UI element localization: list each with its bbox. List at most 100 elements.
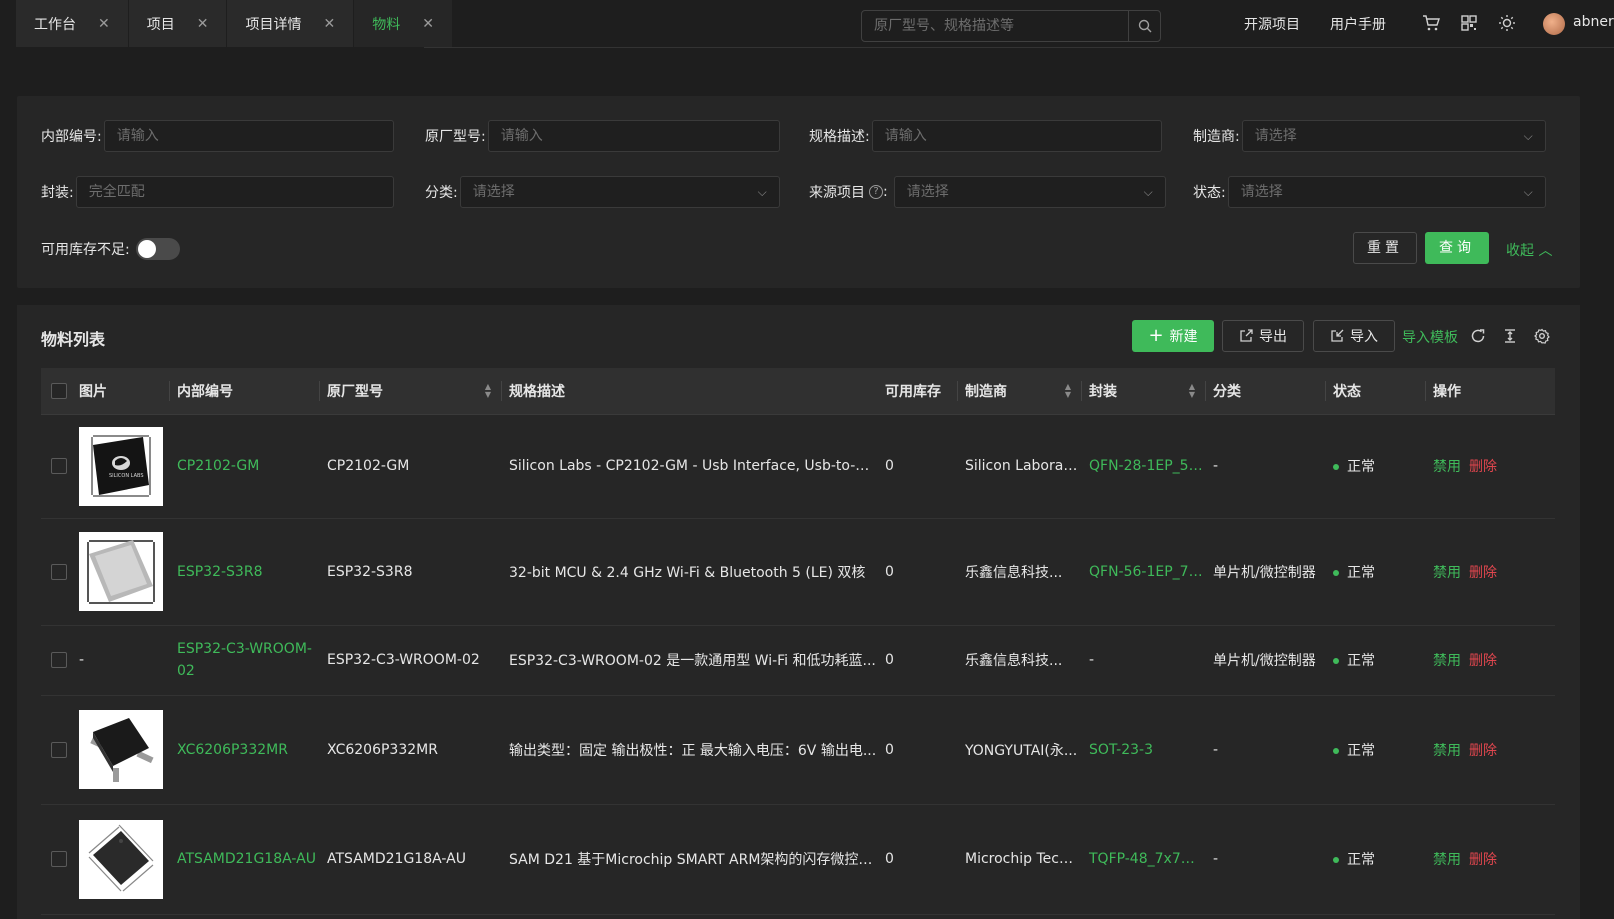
mpn-input[interactable]: 请输入 — [487, 120, 780, 152]
internal-no-link[interactable]: CP2102-GM — [169, 414, 319, 519]
internal-no-link[interactable]: ESP32-S3R8 — [169, 518, 319, 626]
package-input[interactable]: 完全匹配 — [75, 176, 394, 208]
table-row[interactable]: XC6206P332MR XC6206P332MR 输出类型：固定 输出极性：正… — [41, 695, 1555, 805]
package-cell: - — [1081, 625, 1205, 696]
spec-input[interactable]: 请输入 — [871, 120, 1162, 152]
filter-status: 状态: 请选择 ⌵ — [1193, 176, 1546, 208]
internal-no-link[interactable]: ESP32-C3-WROOM-02 — [169, 625, 319, 696]
sort-icon[interactable]: ▲ ▼ — [1189, 383, 1195, 399]
close-icon[interactable]: ✕ — [98, 16, 110, 32]
tab-material[interactable]: 物料 ✕ — [354, 0, 453, 47]
tab-project[interactable]: 项目 ✕ — [128, 0, 228, 47]
select-all-checkbox[interactable] — [51, 382, 67, 399]
maker-cell: YONGYUTAI(永... — [957, 695, 1081, 805]
avatar[interactable] — [1543, 13, 1565, 35]
delete-button[interactable]: 删除 — [1469, 653, 1497, 669]
package-link[interactable]: TQFP-48_7x7m... — [1081, 804, 1205, 915]
disable-button[interactable]: 禁用 — [1433, 852, 1461, 868]
col-maker[interactable]: 制造商 ▲ ▼ — [957, 368, 1081, 415]
maker-cell: 乐鑫信息科技... — [957, 625, 1081, 696]
help-icon[interactable]: ? — [869, 185, 883, 199]
package-link[interactable]: QFN-56-1EP_7x... — [1081, 518, 1205, 626]
part-image[interactable] — [79, 819, 163, 899]
search-button[interactable] — [1128, 11, 1160, 41]
disable-button[interactable]: 禁用 — [1433, 653, 1461, 669]
table-row[interactable]: ESP32-S3R8 ESP32-S3R8 32-bit MCU & 2.4 G… — [41, 518, 1555, 626]
sun-icon[interactable] — [1496, 12, 1518, 34]
import-button[interactable]: 导入 — [1313, 320, 1395, 352]
row-select-cell — [41, 414, 71, 519]
sort-icon[interactable]: ▲ ▼ — [1065, 383, 1071, 399]
part-image[interactable] — [79, 532, 163, 611]
new-button[interactable]: + 新建 — [1132, 320, 1214, 352]
mpn-cell: ESP32-C3-WROOM-02 — [319, 625, 501, 696]
row-checkbox[interactable] — [51, 851, 67, 867]
ops-cell: 禁用 删除 — [1425, 414, 1555, 519]
query-button[interactable]: 查询 — [1425, 232, 1489, 264]
table-row[interactable]: - ESP32-C3-WROOM-02 ESP32-C3-WROOM-02 ES… — [41, 625, 1555, 696]
delete-button[interactable]: 删除 — [1469, 459, 1497, 475]
row-checkbox[interactable] — [51, 458, 67, 474]
tab-project-detail[interactable]: 项目详情 ✕ — [227, 0, 355, 47]
close-icon[interactable]: ✕ — [422, 16, 434, 32]
row-checkbox[interactable] — [51, 741, 67, 758]
import-template-link[interactable]: 导入模板 — [1402, 327, 1458, 347]
disable-button[interactable]: 禁用 — [1433, 565, 1461, 581]
delete-button[interactable]: 删除 — [1469, 565, 1497, 581]
sort-icon[interactable]: ▲ ▼ — [485, 383, 491, 399]
username[interactable]: abner — [1573, 14, 1614, 30]
column-divider — [169, 381, 170, 401]
manual-link[interactable]: 用户手册 — [1330, 14, 1386, 34]
close-icon[interactable]: ✕ — [197, 16, 209, 32]
global-search: 原厂型号、规格描述等 — [861, 10, 1161, 42]
col-mpn[interactable]: 原厂型号 ▲ ▼ — [319, 368, 501, 415]
tab-strip: 工作台 ✕ 项目 ✕ 项目详情 ✕ 物料 ✕ — [16, 0, 453, 48]
reset-button[interactable]: 重置 — [1353, 232, 1417, 264]
filter-label: 原厂型号: — [425, 129, 486, 145]
column-height-icon[interactable] — [1500, 326, 1520, 346]
category-select[interactable]: 请选择 ⌵ — [459, 176, 780, 208]
open-source-link[interactable]: 开源项目 — [1244, 14, 1300, 34]
spec-cell: 32-bit MCU & 2.4 GHz Wi-Fi & Bluetooth 5… — [501, 518, 877, 626]
row-checkbox[interactable] — [51, 563, 67, 580]
low-stock-toggle[interactable] — [135, 238, 180, 260]
grid-icon[interactable] — [1458, 12, 1480, 34]
filter-source-project: 来源项目 ? : 请选择 ⌵ — [809, 176, 1166, 208]
tab-workbench[interactable]: 工作台 ✕ — [16, 0, 129, 47]
status-select[interactable]: 请选择 ⌵ — [1227, 176, 1546, 208]
cart-icon[interactable] — [1420, 12, 1442, 34]
disable-button[interactable]: 禁用 — [1433, 459, 1461, 475]
tab-label: 项目 — [146, 16, 175, 33]
category-cell: - — [1205, 414, 1325, 519]
table-row[interactable]: SILICON LABS CP2102-GM CP2102-GM Silicon… — [41, 414, 1555, 519]
stock-cell: 0 — [877, 414, 957, 519]
column-divider — [957, 381, 958, 401]
ops-cell: 禁用 删除 — [1425, 804, 1555, 915]
internal-no-link[interactable]: XC6206P332MR — [169, 695, 319, 805]
refresh-icon[interactable] — [1468, 326, 1488, 346]
delete-button[interactable]: 删除 — [1469, 743, 1497, 759]
settings-icon[interactable] — [1532, 326, 1552, 346]
export-button[interactable]: 导出 — [1222, 320, 1304, 352]
package-link[interactable]: SOT-23-3 — [1081, 695, 1205, 805]
package-link[interactable]: QFN-28-1EP_5x... — [1081, 414, 1205, 519]
row-checkbox[interactable] — [51, 652, 67, 668]
chevron-up-icon: ︿ — [1538, 243, 1553, 259]
internal-no-link[interactable]: ATSAMD21G18A-AU — [169, 804, 319, 915]
close-icon[interactable]: ✕ — [323, 16, 335, 32]
col-package[interactable]: 封装 ▲ ▼ — [1081, 368, 1205, 415]
collapse-button[interactable]: 收起 ︿ — [1506, 240, 1552, 260]
internal-no-input[interactable]: 请输入 — [103, 120, 394, 152]
delete-button[interactable]: 删除 — [1469, 852, 1497, 868]
search-input[interactable]: 原厂型号、规格描述等 — [862, 11, 1128, 41]
source-project-select[interactable]: 请选择 ⌵ — [893, 176, 1166, 208]
table-row[interactable]: ATSAMD21G18A-AU ATSAMD21G18A-AU SAM D21 … — [41, 804, 1555, 915]
maker-select[interactable]: 请选择 ⌵ — [1241, 120, 1546, 152]
part-image[interactable] — [79, 710, 163, 789]
status-dot — [1333, 747, 1339, 754]
status-dot — [1333, 658, 1339, 664]
col-label: 规格描述 — [509, 383, 565, 400]
part-image[interactable]: SILICON LABS — [79, 426, 163, 506]
disable-button[interactable]: 禁用 — [1433, 743, 1461, 759]
category-select-value: 请选择 — [472, 184, 515, 200]
